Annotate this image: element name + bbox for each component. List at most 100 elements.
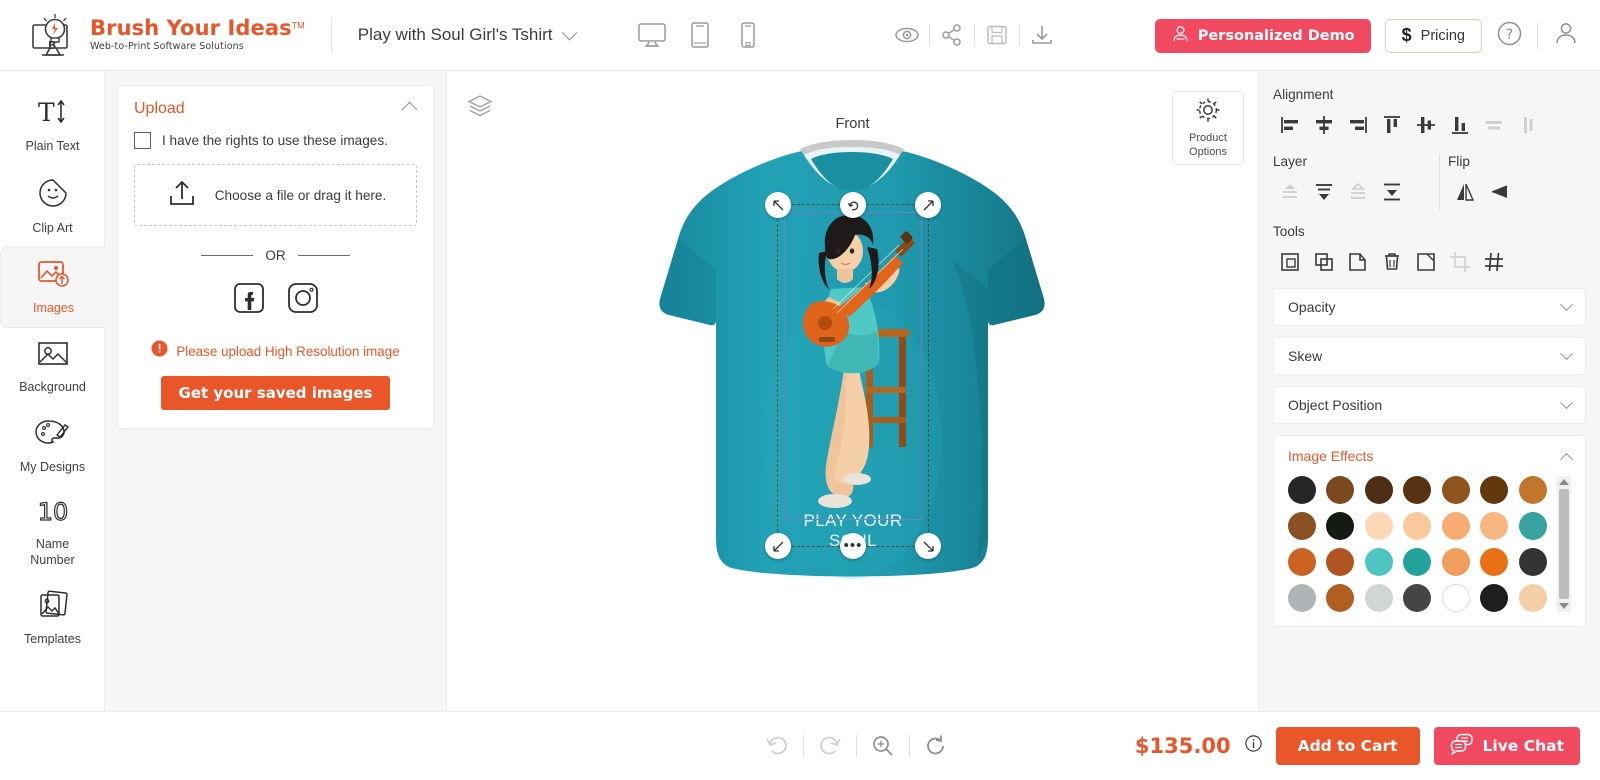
- resize-handle-bl[interactable]: [765, 533, 791, 559]
- accordion-object-position[interactable]: Object Position: [1273, 386, 1586, 424]
- delete-icon[interactable]: [1375, 247, 1409, 277]
- resize-handle-br[interactable]: [915, 533, 941, 559]
- facebook-icon[interactable]: [232, 281, 266, 320]
- resize-icon[interactable]: [1409, 247, 1443, 277]
- flip-handle[interactable]: [840, 192, 866, 218]
- align-right-icon[interactable]: [1341, 110, 1375, 140]
- color-swatch[interactable]: [1403, 512, 1432, 540]
- sidebar-item-my-designs[interactable]: My Designs: [0, 406, 105, 486]
- undo-icon[interactable]: [757, 728, 797, 764]
- color-swatch[interactable]: [1403, 584, 1432, 612]
- personalized-demo-button[interactable]: Personalized Demo: [1154, 18, 1371, 53]
- color-swatch[interactable]: [1403, 548, 1432, 576]
- grid-icon[interactable]: [1477, 247, 1511, 277]
- color-swatch[interactable]: [1480, 548, 1509, 576]
- upload-section-header[interactable]: Upload: [134, 100, 418, 118]
- color-swatch[interactable]: [1441, 548, 1470, 576]
- tablet-view-icon[interactable]: [683, 18, 717, 52]
- color-swatch[interactable]: [1326, 512, 1355, 540]
- brand-logo[interactable]: B Brush Your IdeasTM Web-to-Print Softwa…: [0, 12, 305, 58]
- color-swatch[interactable]: [1288, 548, 1316, 576]
- document-title-dropdown[interactable]: Play with Soul Girl's Tshirt: [358, 24, 578, 45]
- share-icon[interactable]: [930, 17, 974, 53]
- sidebar-item-label: Images: [33, 301, 74, 316]
- preview-icon[interactable]: [885, 17, 929, 53]
- selection-bounding-box[interactable]: •••: [765, 192, 941, 559]
- color-swatch[interactable]: [1480, 476, 1509, 504]
- bring-to-front-icon[interactable]: [1307, 177, 1341, 207]
- color-swatch[interactable]: [1364, 548, 1393, 576]
- color-swatch[interactable]: [1364, 476, 1393, 504]
- color-swatch[interactable]: [1288, 476, 1316, 504]
- sidebar-item-plain-text[interactable]: T Plain Text: [0, 85, 105, 165]
- help-circle-icon[interactable]: ?: [1496, 20, 1523, 52]
- color-swatch[interactable]: [1288, 512, 1316, 540]
- send-to-back-icon[interactable]: [1375, 177, 1409, 207]
- sidebar-item-name-number[interactable]: 10 Name Number: [0, 485, 105, 578]
- scroll-down-arrow-icon[interactable]: [1559, 603, 1569, 609]
- live-chat-button[interactable]: Live Chat: [1433, 727, 1580, 765]
- sidebar-item-clip-art[interactable]: Clip Art: [0, 165, 105, 247]
- color-swatch[interactable]: [1480, 512, 1509, 540]
- select-all-icon[interactable]: [1273, 247, 1307, 277]
- color-swatch[interactable]: [1288, 584, 1316, 612]
- swatch-scrollbar[interactable]: [1557, 476, 1571, 612]
- copy-icon[interactable]: [1341, 247, 1375, 277]
- color-swatch[interactable]: [1480, 584, 1509, 612]
- sidebar-item-background[interactable]: Background: [0, 328, 105, 406]
- zoom-icon[interactable]: [863, 728, 903, 764]
- color-swatch[interactable]: [1364, 512, 1393, 540]
- color-swatch[interactable]: [1518, 548, 1547, 576]
- reset-icon[interactable]: [916, 728, 956, 764]
- color-swatch[interactable]: [1403, 476, 1432, 504]
- sidebar-item-templates[interactable]: Templates: [0, 578, 105, 658]
- sidebar-item-images[interactable]: Images: [0, 246, 106, 328]
- color-swatch[interactable]: [1518, 476, 1547, 504]
- resize-handle-tr[interactable]: [915, 192, 941, 218]
- instagram-icon[interactable]: [286, 281, 320, 320]
- accordion-opacity[interactable]: Opacity: [1273, 288, 1586, 326]
- align-middle-vertical-icon[interactable]: [1409, 110, 1443, 140]
- align-bottom-icon[interactable]: [1443, 110, 1477, 140]
- color-swatch[interactable]: [1518, 584, 1547, 612]
- color-swatch[interactable]: [1441, 584, 1470, 612]
- upload-panel: Upload I have the rights to use these im…: [105, 71, 447, 711]
- color-swatch[interactable]: [1326, 476, 1355, 504]
- flip-vertical-icon[interactable]: [1482, 177, 1516, 207]
- align-top-icon[interactable]: [1375, 110, 1409, 140]
- get-saved-images-button[interactable]: Get your saved images: [160, 376, 391, 410]
- accordion-skew[interactable]: Skew: [1273, 337, 1586, 375]
- distribute-horizontal-icon: [1477, 110, 1511, 140]
- file-dropzone[interactable]: Choose a file or drag it here.: [134, 164, 417, 226]
- footer-separator: [856, 735, 857, 757]
- color-swatch[interactable]: [1364, 584, 1393, 612]
- flip-horizontal-icon[interactable]: [1448, 177, 1482, 207]
- color-swatch[interactable]: [1326, 584, 1355, 612]
- color-swatch[interactable]: [1518, 512, 1547, 540]
- footer-separator: [803, 735, 804, 757]
- color-swatch[interactable]: [1441, 476, 1470, 504]
- rights-checkbox[interactable]: [134, 132, 151, 149]
- info-icon[interactable]: [1244, 735, 1262, 757]
- align-left-icon[interactable]: [1273, 110, 1307, 140]
- align-center-horizontal-icon[interactable]: [1307, 110, 1341, 140]
- rights-checkbox-row[interactable]: I have the rights to use these images.: [134, 132, 417, 149]
- mobile-view-icon[interactable]: [731, 18, 765, 52]
- save-icon[interactable]: [975, 17, 1019, 53]
- image-effects-header[interactable]: Image Effects: [1288, 448, 1573, 466]
- color-swatch[interactable]: [1326, 548, 1355, 576]
- download-icon[interactable]: [1020, 17, 1064, 53]
- add-to-cart-button[interactable]: Add to Cart: [1275, 727, 1420, 765]
- rotate-handle[interactable]: [765, 192, 791, 218]
- user-account-icon[interactable]: [1552, 19, 1580, 52]
- pricing-button[interactable]: $ Pricing: [1384, 18, 1482, 53]
- design-canvas[interactable]: Front PLAY YOUR •••: [447, 71, 1258, 711]
- desktop-view-icon[interactable]: [635, 18, 669, 52]
- scrollbar-thumb[interactable]: [1559, 489, 1569, 599]
- redo-icon[interactable]: [810, 728, 850, 764]
- product-options-button[interactable]: Product Options: [1172, 91, 1244, 165]
- color-swatch[interactable]: [1441, 512, 1470, 540]
- duplicate-icon[interactable]: [1307, 247, 1341, 277]
- scroll-up-arrow-icon[interactable]: [1559, 479, 1569, 485]
- more-options-handle[interactable]: •••: [840, 533, 866, 559]
